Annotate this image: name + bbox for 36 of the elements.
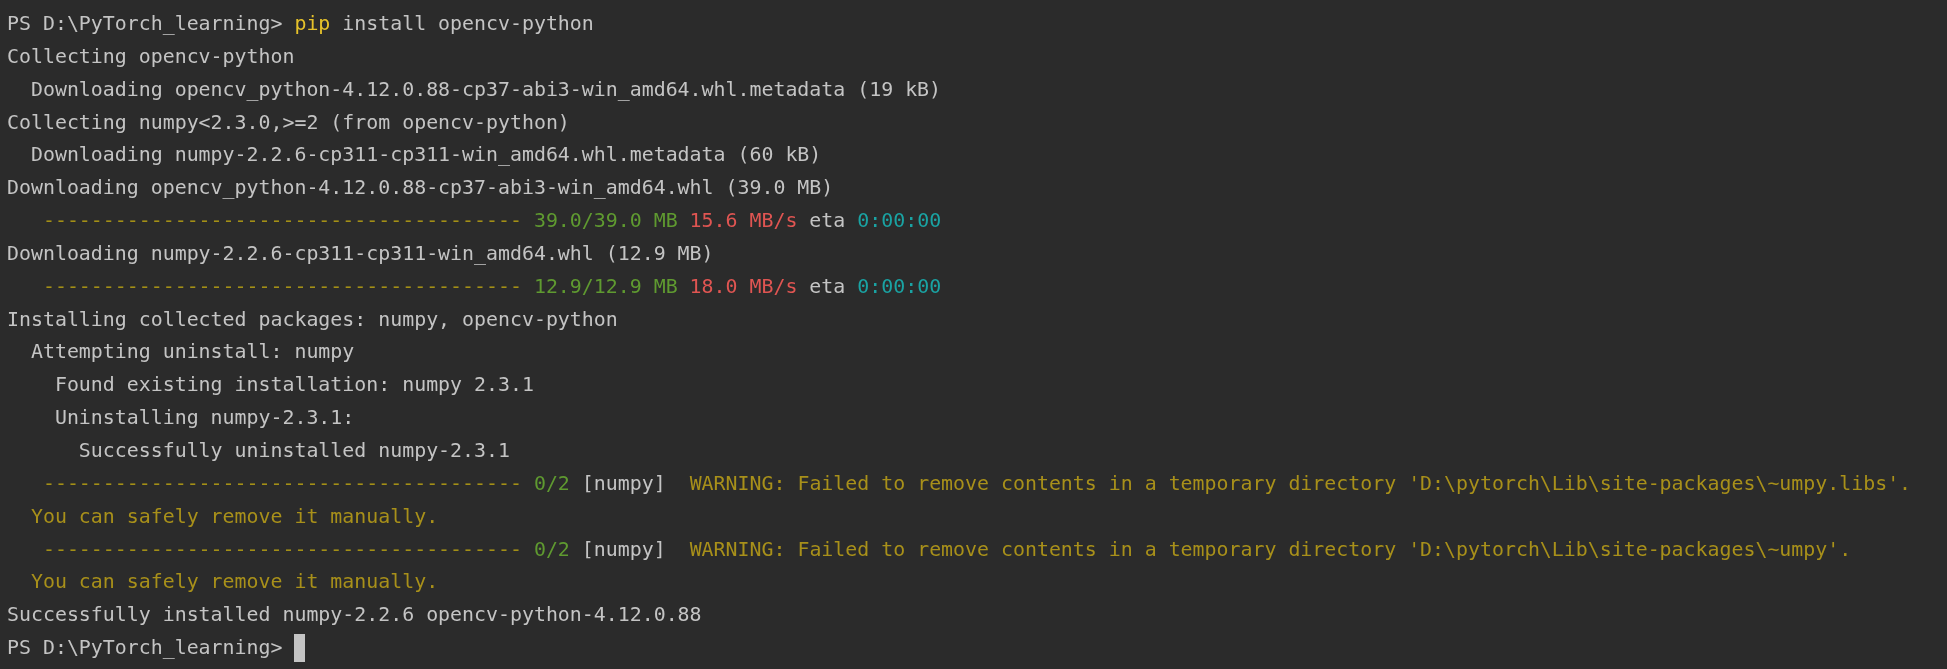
output-text: Downloading opencv_python-4.12.0.88-cp37-abi3-win_amd64.whl.metadata (19 kB) <box>29 76 942 103</box>
output-text: eta <box>808 273 847 300</box>
progress-count: 12.9/12.9 MB <box>533 273 679 300</box>
prompt-text: PS D:\PyTorch_learning> <box>7 635 284 662</box>
output-text: [numpy] <box>580 536 667 563</box>
output-text: Uninstalling numpy-2.3.1: <box>53 405 355 432</box>
output-text: eta <box>808 208 847 235</box>
progress-bar-text: ---------------------------------------- <box>41 536 523 563</box>
warning-text: WARNING: Failed to remove contents in a temporary directory 'D:\pytorch\Lib\site-packages\~umpy.libs'. <box>689 470 1912 497</box>
output-text: Successfully installed numpy-2.2.6 opencv-python-4.12.0.88 <box>7 602 702 629</box>
output-text: Downloading opencv_python-4.12.0.88-cp37-abi3-win_amd64.whl (39.0 MB) <box>7 175 834 202</box>
output-text: Collecting opencv-python <box>7 43 295 70</box>
download-speed: 18.0 MB/s <box>689 273 798 300</box>
progress-bar-text: ---------------------------------------- <box>41 470 523 497</box>
warning-text: You can safely remove it manually. <box>29 569 439 596</box>
progress-count: 0/2 <box>533 536 570 563</box>
output-text: install opencv-python <box>341 11 594 37</box>
progress-count: 39.0/39.0 MB <box>533 208 679 235</box>
eta-time: 0:00:00 <box>857 208 942 235</box>
command-name: pip <box>294 11 331 37</box>
output-text: [numpy] <box>580 470 667 497</box>
eta-time: 0:00:00 <box>857 273 942 300</box>
progress-count: 0/2 <box>533 470 570 497</box>
output-text: Found existing installation: numpy 2.3.1 <box>53 372 534 399</box>
output-text: Installing collected packages: numpy, opencv-python <box>7 306 618 333</box>
prompt-text: PS D:\PyTorch_learning> <box>7 11 284 37</box>
output-text: Downloading numpy-2.2.6-cp311-cp311-win_amd64.whl.metadata (60 kB) <box>29 142 822 169</box>
output-text: Attempting uninstall: numpy <box>29 339 355 366</box>
warning-text: You can safely remove it manually. <box>29 503 439 530</box>
progress-bar-text: ---------------------------------------- <box>41 273 523 300</box>
download-speed: 15.6 MB/s <box>689 208 798 235</box>
output-text: Downloading numpy-2.2.6-cp311-cp311-win_amd64.whl (12.9 MB) <box>7 240 714 267</box>
output-text: Collecting numpy<2.3.0,>=2 (from opencv-python) <box>7 109 570 136</box>
output-text: Successfully uninstalled numpy-2.3.1 <box>77 437 510 464</box>
progress-bar-text: ---------------------------------------- <box>41 208 523 235</box>
warning-text: WARNING: Failed to remove contents in a temporary directory 'D:\pytorch\Lib\site-packages\~umpy'. <box>689 536 1852 563</box>
